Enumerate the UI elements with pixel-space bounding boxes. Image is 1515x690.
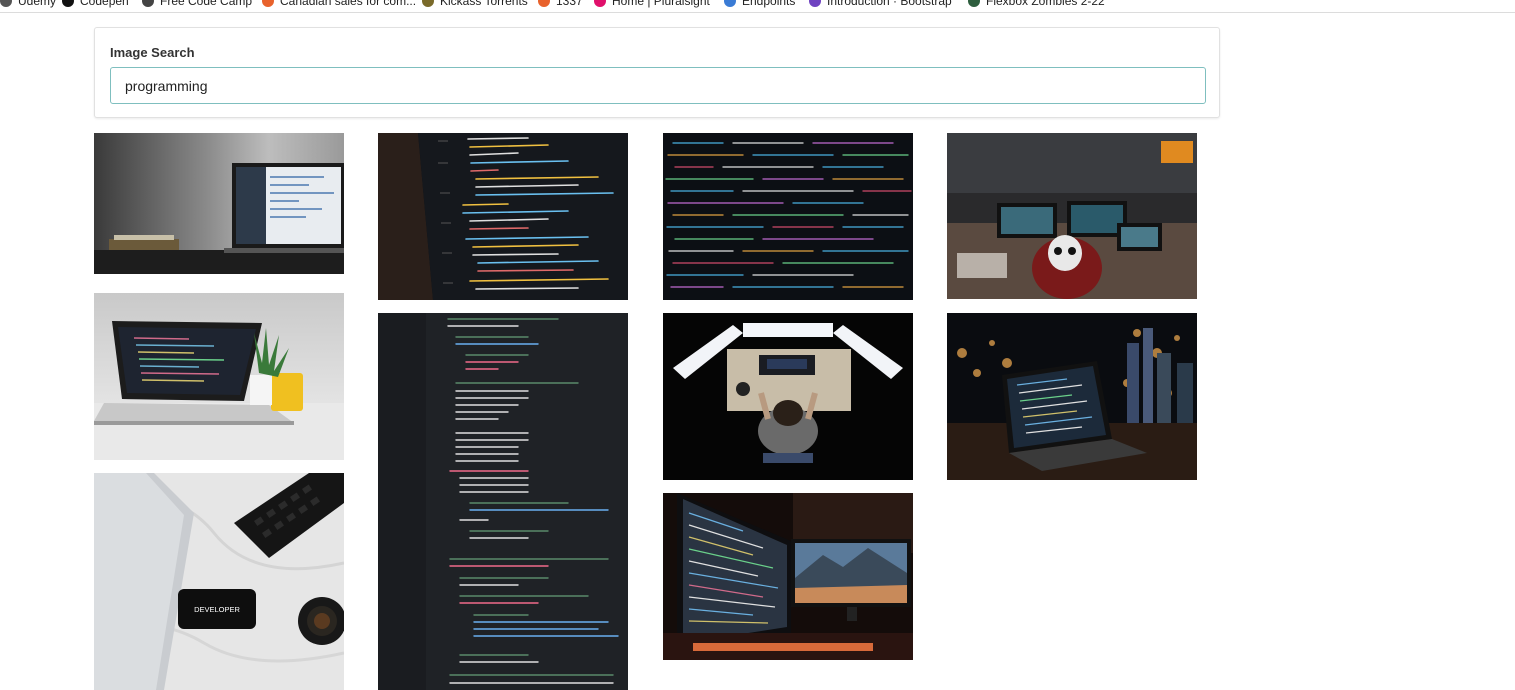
- bookmark-label: 1337: [556, 0, 583, 8]
- bookmark-icon: [594, 0, 606, 7]
- bookmark-item[interactable]: Canadian sales for com...: [262, 0, 416, 9]
- bookmark-item[interactable]: Free Code Camp: [142, 0, 252, 9]
- laptop-on-desk-picture: [94, 133, 344, 274]
- bookmark-item[interactable]: 1337: [538, 0, 583, 9]
- bookmark-item[interactable]: Flexbox Zombies 2-22: [968, 0, 1105, 9]
- bookmark-icon: [262, 0, 274, 7]
- laptop-city-night-image[interactable]: [947, 313, 1197, 480]
- colorful-code-picture: [663, 133, 913, 300]
- developer-three-monitors-picture: [663, 313, 913, 480]
- bookmark-item[interactable]: Codepen: [62, 0, 129, 9]
- hacker-skull-mask-picture: [947, 133, 1197, 299]
- bookmark-label: Introduction · Bootstrap: [827, 0, 952, 8]
- developer-keyboard-phone-picture: DEVELOPER: [94, 473, 344, 690]
- bookmark-icon: [724, 0, 736, 7]
- dual-monitor-setup-picture: [663, 493, 913, 660]
- bookmark-label: Kickass Torrents: [440, 0, 528, 8]
- developer-phone-text: DEVELOPER: [194, 605, 240, 614]
- bookmark-label: Udemy: [18, 0, 57, 8]
- developer-three-monitors-image[interactable]: [663, 313, 913, 480]
- python-code-screen-image[interactable]: [378, 133, 628, 300]
- macbook-code-plant-picture: [94, 293, 344, 460]
- macbook-code-plant-image[interactable]: [94, 293, 344, 460]
- bookmark-icon: [968, 0, 980, 7]
- bookmark-label: Home | Pluralsight: [612, 0, 710, 8]
- bookmark-icon: [142, 0, 154, 7]
- bookmark-label: Canadian sales for com...: [280, 0, 417, 8]
- python-code-screen-picture: [378, 133, 628, 300]
- bookmark-icon: [422, 0, 434, 7]
- search-input[interactable]: [110, 67, 1206, 104]
- bookmark-label: Endpoints: [742, 0, 796, 8]
- hacker-skull-mask-image[interactable]: [947, 133, 1197, 299]
- bookmark-item[interactable]: Home | Pluralsight: [594, 0, 710, 9]
- laptop-city-night-picture: [947, 313, 1197, 480]
- bookmark-label: Flexbox Zombies 2-22: [986, 0, 1105, 8]
- bookmark-icon: [538, 0, 550, 7]
- bookmark-icon: [62, 0, 74, 7]
- bookmark-item[interactable]: Kickass Torrents: [422, 0, 528, 9]
- bookmark-item[interactable]: Endpoints: [724, 0, 795, 9]
- bookmark-icon: [0, 0, 12, 7]
- bookmarks-bar: Udemy Codepen Free Code Camp Canadian sa…: [0, 0, 1515, 13]
- javascript-code-picture: [378, 313, 628, 690]
- bookmark-label: Free Code Camp: [160, 0, 253, 8]
- image-search-card: Image Search: [94, 27, 1220, 118]
- search-label: Image Search: [110, 45, 195, 60]
- bookmark-item[interactable]: Udemy: [0, 0, 56, 9]
- laptop-on-desk-image[interactable]: [94, 133, 344, 274]
- bookmark-icon: [809, 0, 821, 7]
- developer-keyboard-phone-image[interactable]: DEVELOPER: [94, 473, 344, 690]
- dual-monitor-setup-image[interactable]: [663, 493, 913, 660]
- bookmark-item[interactable]: Introduction · Bootstrap: [809, 0, 952, 9]
- colorful-code-image[interactable]: [663, 133, 913, 300]
- bookmark-label: Codepen: [80, 0, 129, 8]
- javascript-code-image[interactable]: [378, 313, 628, 690]
